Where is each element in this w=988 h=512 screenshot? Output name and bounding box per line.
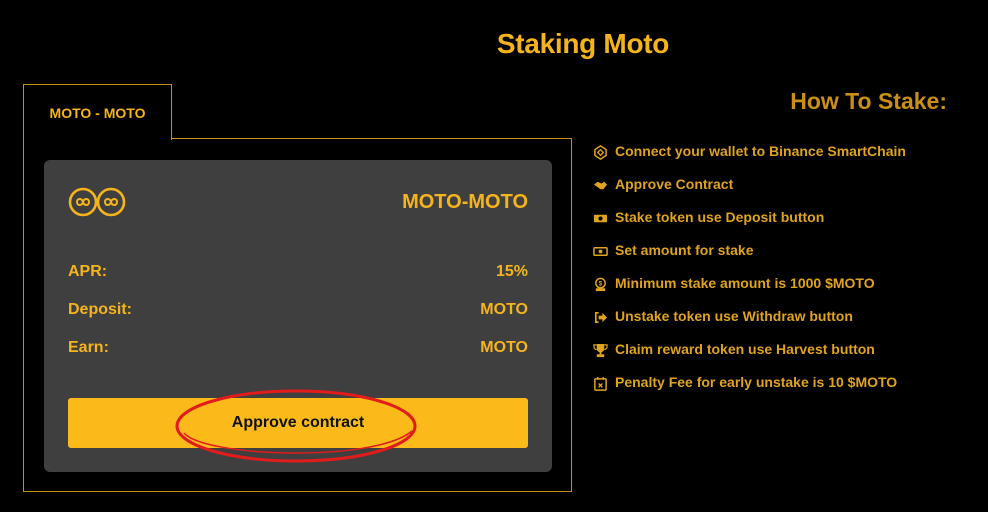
- stat-row-apr: APR: 15%: [68, 263, 528, 281]
- stat-row-earn: Earn: MOTO: [68, 339, 528, 357]
- infinity-coin-icon: [68, 187, 126, 217]
- stat-row-deposit: Deposit: MOTO: [68, 301, 528, 319]
- list-item: Connect your wallet to Binance SmartChai…: [592, 143, 906, 176]
- list-item: Penalty Fee for early unstake is 10 $MOT…: [592, 374, 906, 407]
- pool-card: MOTO-MOTO APR: 15% Deposit: MOTO Earn: M…: [44, 160, 552, 472]
- svg-text:$: $: [598, 280, 602, 287]
- step-text: Minimum stake amount is 1000 $MOTO: [615, 275, 875, 291]
- step-text: Set amount for stake: [615, 242, 754, 258]
- calendar-x-icon: [592, 375, 608, 391]
- stat-label: Earn:: [68, 339, 109, 356]
- list-item: Claim reward token use Harvest button: [592, 341, 906, 374]
- step-text: Stake token use Deposit button: [615, 209, 825, 225]
- money-bill-outline-icon: [592, 243, 608, 259]
- how-to-steps-list: Connect your wallet to Binance SmartChai…: [592, 143, 906, 407]
- step-text: Approve Contract: [615, 176, 734, 192]
- list-item: $ Minimum stake amount is 1000 $MOTO: [592, 275, 906, 308]
- stat-value: MOTO: [480, 301, 528, 318]
- panel-frame-top-border: [171, 138, 572, 139]
- how-to-stake-title: How To Stake:: [790, 88, 947, 114]
- list-item: Unstake token use Withdraw button: [592, 308, 906, 341]
- step-text: Penalty Fee for early unstake is 10 $MOT…: [615, 374, 898, 390]
- page-title: Staking Moto: [496, 28, 670, 59]
- coin-stack-icon: $: [592, 276, 608, 292]
- handshake-icon: [592, 177, 608, 193]
- step-text: Connect your wallet to Binance SmartChai…: [615, 143, 906, 159]
- stat-label: Deposit:: [68, 301, 132, 318]
- stat-value: 15%: [495, 263, 528, 280]
- sign-out-icon: [592, 309, 608, 325]
- step-text: Claim reward token use Harvest button: [615, 341, 875, 357]
- stat-label: APR:: [68, 263, 108, 280]
- step-text: Unstake token use Withdraw button: [615, 308, 853, 324]
- list-item: Approve Contract: [592, 176, 906, 209]
- binance-icon: [592, 144, 608, 160]
- stat-value: MOTO: [480, 339, 528, 356]
- pool-panel: MOTO - MOTO MOTO-MOTO APR: 15% Deposit: …: [23, 84, 572, 492]
- list-item: Set amount for stake: [592, 242, 906, 275]
- trophy-icon: [592, 342, 608, 358]
- money-bill-icon: [592, 210, 608, 226]
- pool-tab-moto-moto[interactable]: MOTO - MOTO: [23, 84, 172, 140]
- list-item: Stake token use Deposit button: [592, 209, 906, 242]
- approve-contract-button[interactable]: Approve contract: [68, 398, 528, 448]
- pool-name: MOTO-MOTO: [402, 191, 528, 213]
